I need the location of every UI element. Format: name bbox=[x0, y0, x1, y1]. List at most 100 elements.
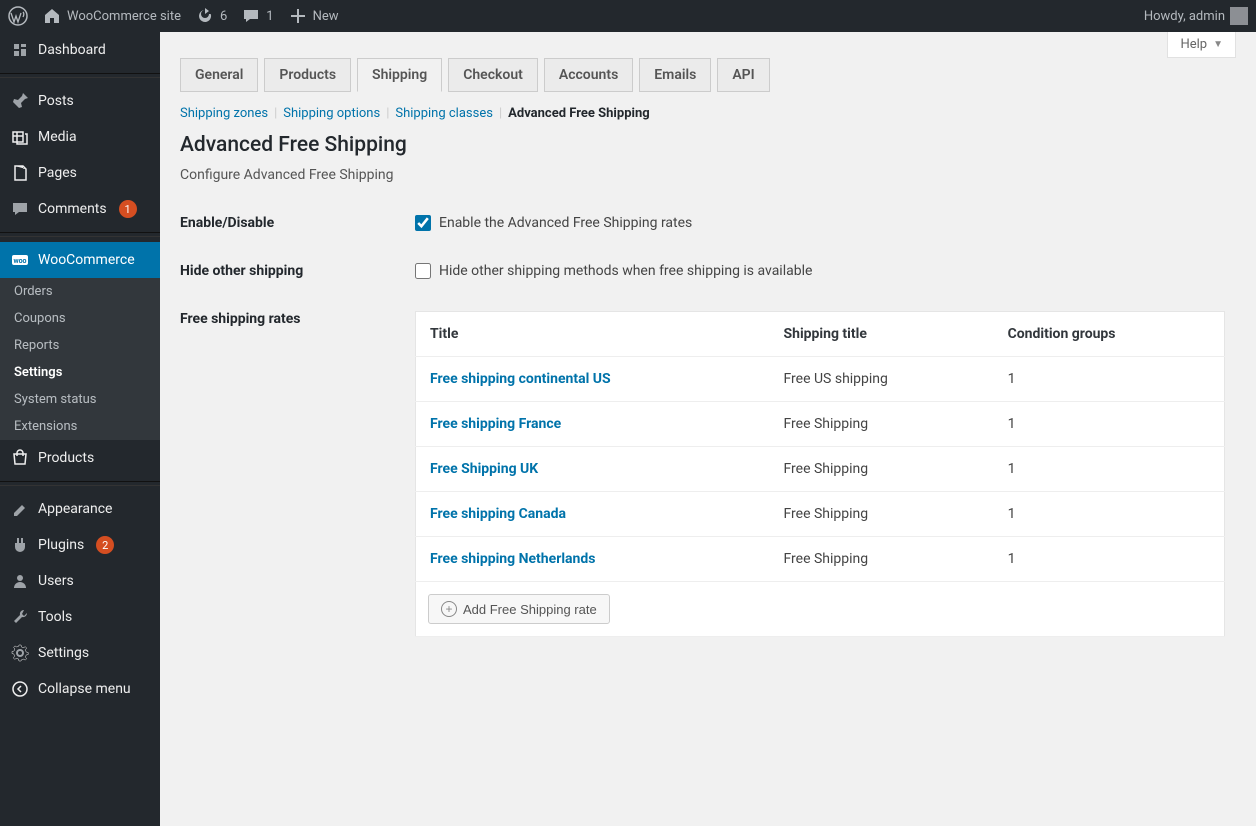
separator: | bbox=[386, 106, 389, 121]
sidebar-subitem-reports[interactable]: Reports bbox=[0, 332, 160, 359]
sidebar-item-pages[interactable]: Pages bbox=[0, 155, 160, 191]
admin-bar: WooCommerce site 6 1 New Howdy, admin bbox=[0, 0, 1256, 32]
comments-link[interactable]: 1 bbox=[241, 6, 273, 26]
sidebar-item-label: WooCommerce bbox=[38, 252, 135, 268]
rate-shipping-title: Free Shipping bbox=[769, 447, 993, 492]
sidebar-item-dashboard[interactable]: Dashboard bbox=[0, 32, 160, 68]
site-link[interactable]: WooCommerce site bbox=[42, 6, 181, 26]
enable-checkbox-wrap[interactable]: Enable the Advanced Free Shipping rates bbox=[415, 215, 692, 231]
settings-icon bbox=[10, 643, 30, 663]
hide-row: Hide other shipping Hide other shipping … bbox=[180, 249, 1236, 297]
rate-title-link[interactable]: Free shipping France bbox=[430, 416, 561, 432]
home-icon bbox=[42, 6, 62, 26]
add-button-label: Add Free Shipping rate bbox=[463, 602, 597, 617]
rate-condition-groups: 1 bbox=[994, 402, 1225, 447]
sidebar-item-label: Settings bbox=[38, 645, 89, 661]
tab-checkout[interactable]: Checkout bbox=[448, 58, 538, 92]
enable-description: Enable the Advanced Free Shipping rates bbox=[439, 215, 692, 231]
subsection-link-shipping-zones[interactable]: Shipping zones bbox=[180, 106, 268, 121]
sidebar-subitem-orders[interactable]: Orders bbox=[0, 278, 160, 305]
sidebar-item-tools[interactable]: Tools bbox=[0, 599, 160, 635]
sidebar-item-collapse-menu[interactable]: Collapse menu bbox=[0, 671, 160, 707]
new-label: New bbox=[313, 9, 339, 24]
help-tab[interactable]: Help ▼ bbox=[1167, 32, 1236, 58]
table-row: Free shipping continental US Free US ship… bbox=[416, 357, 1225, 402]
add-free-shipping-rate-button[interactable]: + Add Free Shipping rate bbox=[428, 594, 610, 624]
rate-shipping-title: Free Shipping bbox=[769, 402, 993, 447]
subsection-current: Advanced Free Shipping bbox=[508, 106, 650, 121]
rate-title-link[interactable]: Free shipping Canada bbox=[430, 506, 566, 522]
howdy-text: Howdy, admin bbox=[1144, 9, 1225, 24]
table-row: Free Shipping UK Free Shipping1 bbox=[416, 447, 1225, 492]
rate-shipping-title: Free US shipping bbox=[769, 357, 993, 402]
rate-title-link[interactable]: Free Shipping UK bbox=[430, 461, 538, 477]
bar-comments-count: 1 bbox=[266, 9, 273, 24]
separator: | bbox=[274, 106, 277, 121]
settings-tabs: GeneralProductsShippingCheckoutAccountsE… bbox=[180, 58, 1236, 92]
table-row: Free shipping CanadaFree Shipping1 bbox=[416, 492, 1225, 537]
sidebar-subitem-system-status[interactable]: System status bbox=[0, 386, 160, 413]
sidebar-item-plugins[interactable]: Plugins2 bbox=[0, 527, 160, 563]
section-description: Configure Advanced Free Shipping bbox=[180, 167, 1236, 183]
wordpress-icon bbox=[8, 6, 28, 26]
sidebar-item-label: Products bbox=[38, 450, 94, 466]
tab-products[interactable]: Products bbox=[264, 58, 351, 92]
hide-description: Hide other shipping methods when free sh… bbox=[439, 263, 812, 279]
tab-accounts[interactable]: Accounts bbox=[544, 58, 633, 92]
enable-label: Enable/Disable bbox=[180, 215, 415, 231]
tab-general[interactable]: General bbox=[180, 58, 258, 92]
comment-icon bbox=[241, 6, 261, 26]
rates-row: Free shipping rates Title Shipping title… bbox=[180, 297, 1236, 651]
svg-text:woo: woo bbox=[13, 257, 26, 265]
new-content-link[interactable]: New bbox=[288, 6, 339, 26]
users-icon bbox=[10, 571, 30, 591]
tab-api[interactable]: API bbox=[717, 58, 769, 92]
sidebar-item-label: Posts bbox=[38, 93, 74, 109]
col-title: Title bbox=[416, 312, 770, 357]
sidebar-item-label: Appearance bbox=[38, 501, 112, 517]
plus-circle-icon: + bbox=[441, 601, 457, 617]
sidebar-item-woocommerce[interactable]: woo WooCommerce bbox=[0, 242, 160, 278]
sidebar-item-media[interactable]: Media bbox=[0, 119, 160, 155]
hide-checkbox-wrap[interactable]: Hide other shipping methods when free sh… bbox=[415, 263, 812, 279]
sidebar-subitem-settings[interactable]: Settings bbox=[0, 359, 160, 386]
section-title: Advanced Free Shipping bbox=[180, 133, 1236, 157]
wp-logo[interactable] bbox=[8, 6, 28, 26]
sidebar-item-label: Users bbox=[38, 573, 74, 589]
sidebar-item-posts[interactable]: Posts bbox=[0, 83, 160, 119]
appearance-icon bbox=[10, 499, 30, 519]
subsection-link-shipping-classes[interactable]: Shipping classes bbox=[395, 106, 493, 121]
col-condition-groups: Condition groups bbox=[994, 312, 1225, 357]
sidebar-subitem-coupons[interactable]: Coupons bbox=[0, 305, 160, 332]
woo-icon: woo bbox=[10, 250, 30, 270]
sidebar-item-label: Collapse menu bbox=[38, 681, 131, 697]
dashboard-icon bbox=[10, 40, 30, 60]
table-row: Free shipping NetherlandsFree Shipping1 bbox=[416, 537, 1225, 582]
subsection-link-shipping-options[interactable]: Shipping options bbox=[283, 106, 380, 121]
rate-condition-groups: 1 bbox=[994, 357, 1225, 402]
tab-shipping[interactable]: Shipping bbox=[357, 58, 442, 92]
plugins-icon bbox=[10, 535, 30, 555]
updates-link[interactable]: 6 bbox=[195, 6, 227, 26]
update-icon bbox=[195, 6, 215, 26]
sidebar-item-settings[interactable]: Settings bbox=[0, 635, 160, 671]
sidebar-item-products[interactable]: Products bbox=[0, 440, 160, 476]
rates-table: Title Shipping title Condition groups Fr… bbox=[415, 311, 1225, 637]
account-link[interactable]: Howdy, admin bbox=[1144, 7, 1248, 25]
rate-condition-groups: 1 bbox=[994, 447, 1225, 492]
tab-emails[interactable]: Emails bbox=[639, 58, 711, 92]
rate-shipping-title: Free Shipping bbox=[769, 492, 993, 537]
separator: | bbox=[499, 106, 502, 121]
sidebar-item-users[interactable]: Users bbox=[0, 563, 160, 599]
sidebar-item-comments[interactable]: Comments1 bbox=[0, 191, 160, 227]
collapse-icon bbox=[10, 679, 30, 699]
sidebar-subitem-extensions[interactable]: Extensions bbox=[0, 413, 160, 440]
enable-checkbox[interactable] bbox=[415, 215, 431, 231]
rate-title-link[interactable]: Free shipping continental US bbox=[430, 371, 611, 387]
rate-title-link[interactable]: Free shipping Netherlands bbox=[430, 551, 595, 567]
hide-checkbox[interactable] bbox=[415, 263, 431, 279]
sidebar-item-appearance[interactable]: Appearance bbox=[0, 491, 160, 527]
products-icon bbox=[10, 448, 30, 468]
admin-bar-left: WooCommerce site 6 1 New bbox=[8, 6, 339, 26]
badge: 2 bbox=[96, 536, 114, 554]
